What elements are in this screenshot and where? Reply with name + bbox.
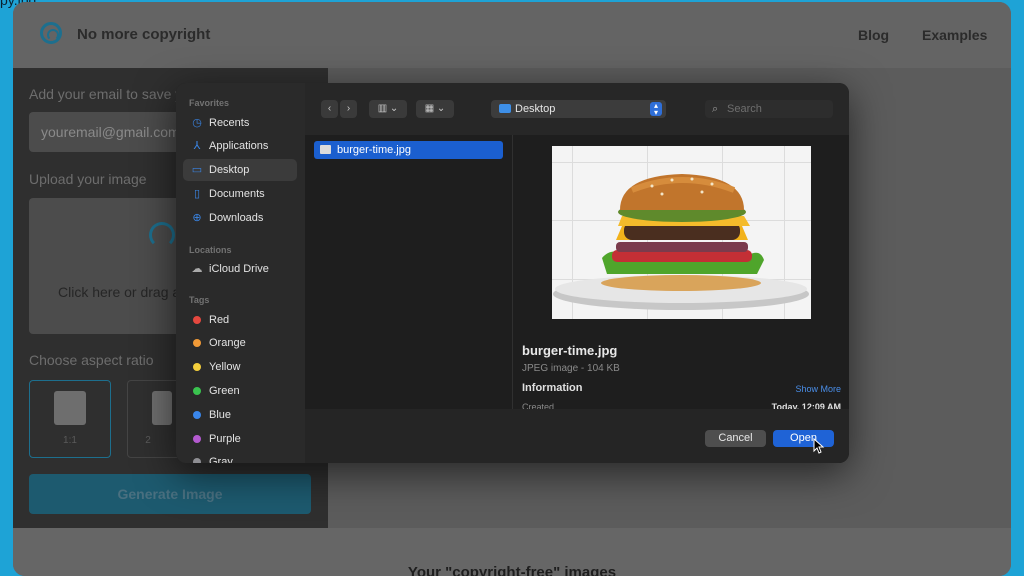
group-button[interactable]: ▦ ⌄ xyxy=(416,100,454,118)
tag-yellow[interactable]: Yellow xyxy=(183,356,297,378)
nav-link-blog[interactable]: Blog xyxy=(858,27,889,43)
tag-dot-icon xyxy=(193,363,201,371)
aspect-ratio-label: Choose aspect ratio xyxy=(29,352,154,368)
locations-header: Locations xyxy=(189,245,232,255)
sidebar-item-label: Documents xyxy=(209,188,265,200)
dialog-toolbar: ‹ › ▥ ⌄ ▦ ⌄ Desktop ▴ ▾ ⌕ xyxy=(305,83,849,135)
cloud-icon: ☁ xyxy=(191,263,203,275)
upload-label: Upload your image xyxy=(29,171,147,187)
tag-red[interactable]: Red xyxy=(183,309,297,331)
navbar: No more copyright Blog Examples xyxy=(13,2,1011,68)
ratio-label: 1:1 xyxy=(63,435,77,446)
cancel-button[interactable]: Cancel xyxy=(705,430,766,447)
tag-dot-icon xyxy=(193,411,201,419)
chevron-updown-icon: ▴ ▾ xyxy=(650,102,662,117)
burger-thumbnail xyxy=(552,146,811,319)
sidebar-item-recents[interactable]: ◷ Recents xyxy=(183,112,297,134)
upload-hint: Click here or drag a xyxy=(58,284,181,300)
ratio-portrait-icon xyxy=(152,391,172,425)
tag-purple[interactable]: Purple xyxy=(183,428,297,450)
chevron-left-icon: ‹ xyxy=(327,103,332,114)
columns-icon: ▥ ⌄ xyxy=(377,103,399,114)
show-more-link[interactable]: Show More xyxy=(795,384,841,394)
clock-icon: ◷ xyxy=(192,117,202,129)
view-mode-button[interactable]: ▥ ⌄ xyxy=(369,100,407,118)
desktop-icon: ▭ xyxy=(191,164,203,176)
forward-button[interactable]: › xyxy=(340,100,357,118)
tag-label: Orange xyxy=(209,337,246,349)
file-list: burger-time.jpg xyxy=(305,135,513,409)
gallery-heading: Your "copyright-free" images xyxy=(407,564,617,576)
sidebar-item-documents[interactable]: ▯ Documents xyxy=(183,183,297,205)
tag-label: Red xyxy=(209,314,230,326)
dialog-footer: Cancel Open xyxy=(305,409,849,463)
tag-orange[interactable]: Orange xyxy=(183,332,297,354)
document-icon: ▯ xyxy=(193,188,201,200)
preview-file-name: burger-time.jpg xyxy=(522,343,618,358)
sidebar-item-label: Downloads xyxy=(209,212,264,224)
sidebar-item-desktop[interactable]: ▭ Desktop xyxy=(183,159,297,181)
sidebar-item-label: Recents xyxy=(209,117,250,129)
tag-label: Blue xyxy=(209,409,232,421)
grid-icon: ▦ ⌄ xyxy=(424,103,446,114)
ratio-square-icon xyxy=(54,391,86,425)
sidebar-item-downloads[interactable]: ⊕ Downloads xyxy=(183,207,297,229)
dialog-sidebar: Favorites ◷ Recents ⅄ Applications ▭ Des… xyxy=(176,83,305,463)
sidebar-item-applications[interactable]: ⅄ Applications xyxy=(183,135,297,157)
tag-green[interactable]: Green xyxy=(183,380,297,402)
mouse-cursor-icon xyxy=(813,438,825,454)
search-input[interactable] xyxy=(727,100,827,118)
search-icon: ⌕ xyxy=(712,103,719,115)
tag-label: Yellow xyxy=(209,361,241,373)
open-file-dialog: Favorites ◷ Recents ⅄ Applications ▭ Des… xyxy=(176,83,849,463)
tag-dot-icon xyxy=(193,316,201,324)
chevron-right-icon: › xyxy=(346,103,351,114)
email-label: Add your email to save y xyxy=(29,86,183,102)
tag-dot-icon xyxy=(193,387,201,395)
folder-icon xyxy=(499,104,511,113)
image-file-icon xyxy=(320,145,331,154)
tag-label: Green xyxy=(209,385,240,397)
sidebar-item-label: Applications xyxy=(209,140,269,152)
information-heading: Information xyxy=(522,382,583,394)
preview-file-kind: JPEG image - 104 KB xyxy=(522,363,620,374)
applications-icon: ⅄ xyxy=(193,140,201,152)
generate-image-button[interactable]: Generate Image xyxy=(29,474,311,514)
tag-label: Gray xyxy=(209,456,233,463)
tag-dot-icon xyxy=(193,458,201,463)
upload-icon xyxy=(149,222,175,248)
nav-link-examples[interactable]: Examples xyxy=(922,27,987,43)
tag-dot-icon xyxy=(193,435,201,443)
tag-gray[interactable]: Gray xyxy=(183,451,297,463)
sidebar-item-label: Desktop xyxy=(209,164,250,176)
sidebar-item-icloud-drive[interactable]: ☁ iCloud Drive xyxy=(183,258,297,280)
search-field[interactable]: ⌕ xyxy=(705,100,833,118)
location-popup[interactable]: Desktop ▴ ▾ xyxy=(491,100,666,118)
file-preview-pane: burger-time.jpg JPEG image - 104 KB Info… xyxy=(513,135,849,412)
list-item-selected[interactable]: burger-time.jpg xyxy=(314,141,503,159)
file-name: burger-time.jpg xyxy=(337,144,411,156)
download-icon: ⊕ xyxy=(192,212,202,224)
ratio-option-1-1[interactable]: 1:1 xyxy=(29,380,111,458)
tag-blue[interactable]: Blue xyxy=(183,404,297,426)
sidebar-item-label: iCloud Drive xyxy=(209,263,269,275)
burger-image xyxy=(553,174,809,310)
gallery-section: Your "copyright-free" images xyxy=(13,528,1011,576)
logo-icon[interactable] xyxy=(40,22,62,44)
tags-header: Tags xyxy=(189,295,210,305)
back-button[interactable]: ‹ xyxy=(321,100,338,118)
favorites-header: Favorites xyxy=(189,98,230,108)
tag-dot-icon xyxy=(193,339,201,347)
tag-label: Purple xyxy=(209,433,241,445)
brand-name[interactable]: No more copyright xyxy=(77,26,210,43)
location-label: Desktop xyxy=(515,103,556,115)
